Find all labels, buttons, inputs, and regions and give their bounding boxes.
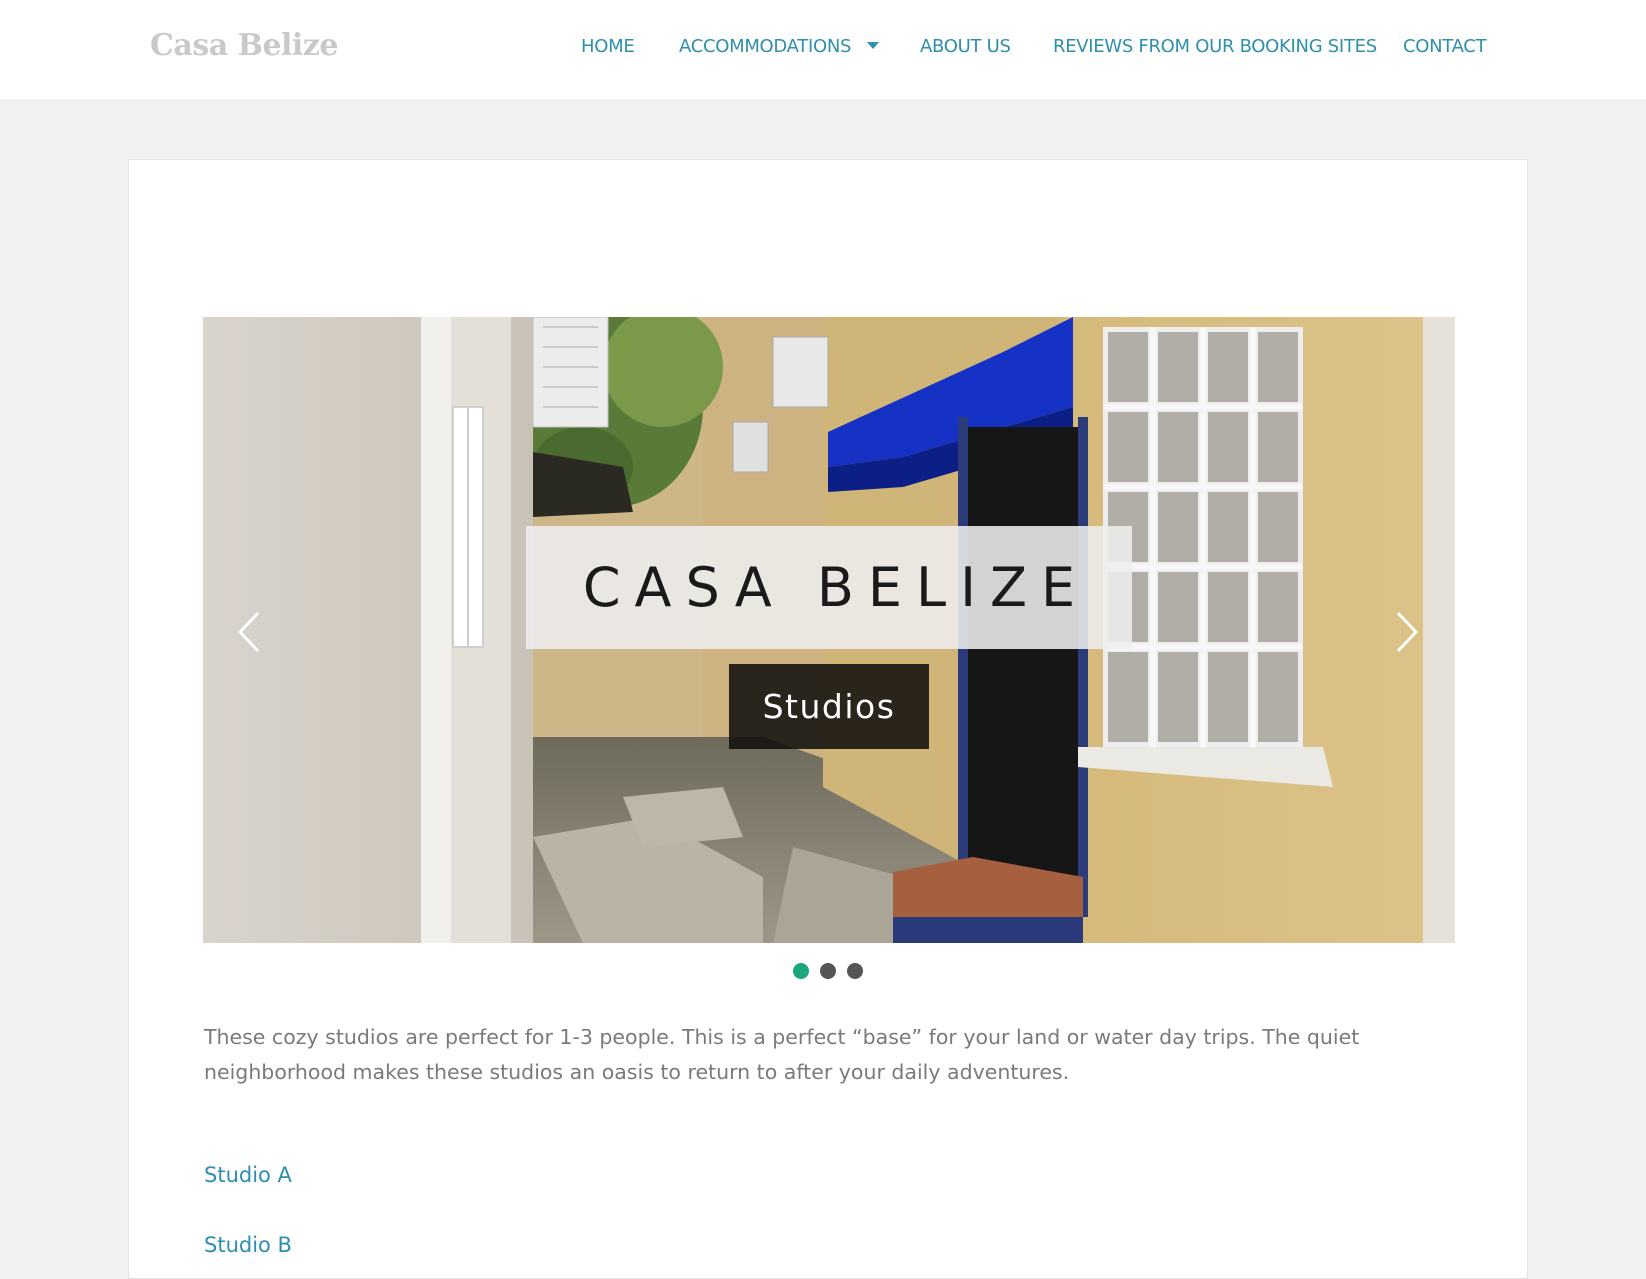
nav-item-reviews[interactable]: REVIEWS FROM OUR BOOKING SITES bbox=[1053, 36, 1377, 57]
intro-paragraph: These cozy studios are perfect for 1-3 p… bbox=[204, 1025, 1360, 1084]
slide-subtitle-box: Studios bbox=[729, 664, 929, 749]
nav-item-accommodations[interactable]: ACCOMMODATIONS bbox=[679, 36, 880, 57]
slider-dot-1[interactable] bbox=[793, 963, 809, 979]
studio-b-link[interactable]: Studio B bbox=[204, 1233, 292, 1257]
caret-down-icon[interactable] bbox=[867, 41, 880, 49]
slider-dot-3[interactable] bbox=[847, 963, 863, 979]
chevron-right-icon[interactable] bbox=[1388, 607, 1428, 657]
slide-subtitle: Studios bbox=[762, 687, 896, 726]
slide-title: CASA BELIZE bbox=[582, 556, 1090, 619]
slider-dot-2[interactable] bbox=[820, 963, 836, 979]
site-header: Casa Belize HOME ACCOMMODATIONS ABOUT US… bbox=[0, 0, 1646, 99]
image-slider[interactable]: CASA BELIZE Studios bbox=[203, 317, 1455, 943]
nav-item-about-us[interactable]: ABOUT US bbox=[920, 36, 1011, 57]
chevron-left-icon[interactable] bbox=[228, 607, 268, 657]
slide-title-box: CASA BELIZE bbox=[526, 526, 1132, 649]
studio-a-link[interactable]: Studio A bbox=[204, 1163, 292, 1187]
nav-item-accommodations-label: ACCOMMODATIONS bbox=[679, 36, 852, 57]
nav-item-contact[interactable]: CONTACT bbox=[1403, 36, 1487, 57]
main-nav: HOME ACCOMMODATIONS ABOUT US REVIEWS FRO… bbox=[0, 36, 1646, 66]
slider-pagination bbox=[793, 963, 863, 979]
nav-item-home[interactable]: HOME bbox=[581, 36, 635, 57]
